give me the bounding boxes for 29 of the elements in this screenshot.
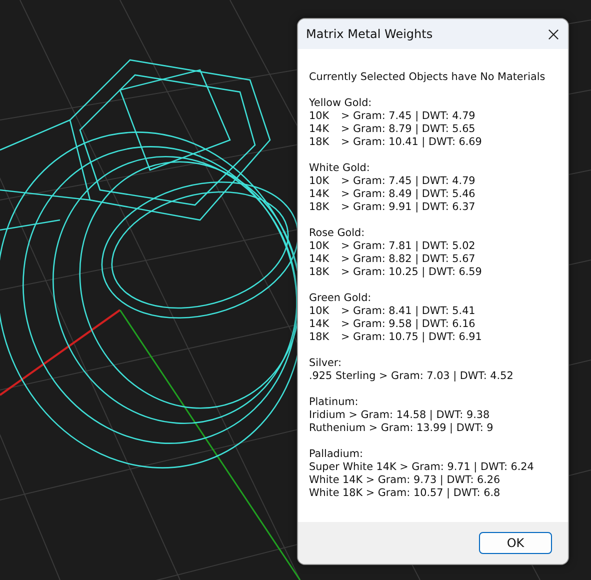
ok-button[interactable]: OK: [479, 532, 552, 554]
weight-line: 10K > Gram: 7.45 | DWT: 4.79: [309, 110, 476, 123]
weight-line: 18K > Gram: 9.91 | DWT: 6.37: [309, 201, 476, 214]
weight-line: 14K > Gram: 8.82 | DWT: 5.67: [309, 253, 476, 266]
weight-line: 10K > Gram: 7.45 | DWT: 4.79: [309, 175, 476, 188]
weight-line: 14K > Gram: 8.79 | DWT: 5.65: [309, 123, 476, 136]
section-heading: Rose Gold:: [309, 227, 366, 240]
message-text: Currently Selected Objects have No Materials: [309, 71, 546, 84]
weight-line: 18K > Gram: 10.25 | DWT: 6.59: [309, 266, 483, 279]
weight-line: White 18K > Gram: 10.57 | DWT: 6.8: [309, 487, 502, 500]
weight-line: 10K > Gram: 8.41 | DWT: 5.41: [309, 305, 476, 318]
window-title: Matrix Metal Weights: [306, 27, 433, 41]
weight-line: 14K > Gram: 8.49 | DWT: 5.46: [309, 188, 476, 201]
weight-line: Iridium > Gram: 14.58 | DWT: 9.38: [309, 409, 491, 422]
section-heading: Platinum:: [309, 396, 360, 409]
weight-line: .925 Sterling > Gram: 7.03 | DWT: 4.52: [309, 370, 514, 383]
section-heading: Green Gold:: [309, 292, 372, 305]
weight-line: 18K > Gram: 10.75 | DWT: 6.91: [309, 331, 483, 344]
weight-line: White 14K > Gram: 9.73 | DWT: 6.26: [309, 474, 502, 487]
weight-line: Super White 14K > Gram: 9.71 | DWT: 6.24: [309, 461, 535, 474]
section-heading: Palladium:: [309, 448, 364, 461]
weight-line: 10K > Gram: 7.81 | DWT: 5.02: [309, 240, 476, 253]
section-heading: Yellow Gold:: [309, 97, 373, 110]
close-icon[interactable]: [548, 28, 559, 40]
section-heading: Silver:: [309, 357, 343, 370]
weight-line: 18K > Gram: 10.41 | DWT: 6.69: [309, 136, 483, 149]
weight-line: Ruthenium > Gram: 13.99 | DWT: 9: [309, 422, 494, 435]
section-heading: White Gold:: [309, 162, 371, 175]
weight-line: 14K > Gram: 9.58 | DWT: 6.16: [309, 318, 476, 331]
